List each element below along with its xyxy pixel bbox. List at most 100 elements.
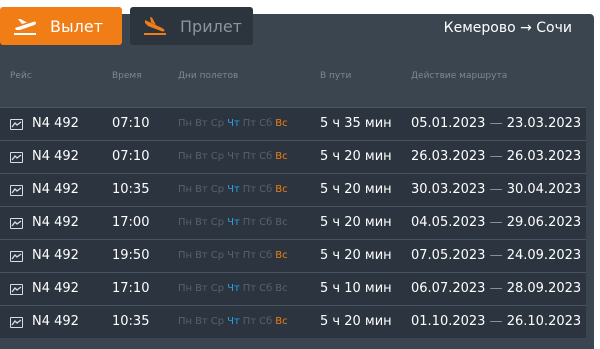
column-period: Действие маршрута [411,71,508,81]
flight-chart-icon[interactable] [10,284,23,295]
flight-number: N4 492 [32,281,79,296]
period-end: 24.09.2023 [506,248,582,263]
day-2: Ср [210,217,225,228]
day-5: Сб [259,283,273,294]
flight-row[interactable]: N4 492 10:35 Пн Вт Ср Чт Пт Сб Вс 5 ч 20 мин 30.03… [0,174,586,206]
flight-number: N4 492 [32,149,79,164]
day-0: Пн [178,151,193,162]
page-edge [594,14,600,349]
plane-departure-icon [14,19,36,35]
flight-chart-icon[interactable] [10,317,23,328]
departure-time: 19:50 [112,248,150,263]
day-1: Вт [195,118,208,129]
flight-days: Пн Вт Ср Чт Пт Сб Вс [178,118,291,129]
column-days: Дни полетов [178,71,239,81]
day-0: Пн [178,184,193,195]
period-separator: — [489,281,503,296]
tab-arrivals-label: Прилет [180,16,242,36]
departure-time: 10:35 [112,182,150,197]
flight-chart-icon[interactable] [10,119,23,130]
flight-days: Пн Вт Ср Чт Пт Сб Вс [178,184,291,195]
day-3: Чт [227,217,240,228]
day-1: Вт [195,250,208,261]
plane-arrival-icon [144,17,166,35]
day-4: Пт [242,250,257,261]
day-6: Вс [275,217,288,228]
route-period: 07.05.2023 — 24.09.2023 [411,248,581,263]
flight-days: Пн Вт Ср Чт Пт Сб Вс [178,151,291,162]
day-3: Чт [227,184,240,195]
day-4: Пт [242,217,257,228]
period-separator: — [489,215,503,230]
flight-duration: 5 ч 20 мин [320,182,392,197]
period-end: 23.03.2023 [506,116,582,131]
day-3: Чт [227,250,240,261]
day-2: Ср [210,184,225,195]
flight-duration: 5 ч 20 мин [320,248,392,263]
column-flight: Рейс [10,71,32,81]
flight-number: N4 492 [32,248,79,263]
flight-duration: 5 ч 35 мин [320,116,392,131]
period-separator: — [489,149,503,164]
flight-number: N4 492 [32,314,79,329]
day-6: Вс [275,184,288,195]
day-5: Сб [259,184,273,195]
flight-row[interactable]: N4 492 17:00 Пн Вт Ср Чт Пт Сб Вс 5 ч 20 мин 04.05… [0,207,586,239]
day-5: Сб [259,217,273,228]
day-6: Вс [275,283,288,294]
route-period: 30.03.2023 — 30.04.2023 [411,182,581,197]
day-0: Пн [178,118,193,129]
flight-chart-icon[interactable] [10,185,23,196]
period-start: 01.10.2023 [411,314,486,329]
day-1: Вт [195,217,208,228]
day-4: Пт [242,283,257,294]
period-start: 26.03.2023 [411,149,486,164]
period-end: 30.04.2023 [506,182,582,197]
flight-duration: 5 ч 20 мин [320,314,392,329]
day-6: Вс [275,316,288,327]
day-3: Чт [227,118,240,129]
flight-chart-icon[interactable] [10,218,23,229]
flight-row[interactable]: N4 492 10:35 Пн Вт Ср Чт Пт Сб Вс 5 ч 20 мин 01.10… [0,306,586,338]
flight-row[interactable]: N4 492 17:10 Пн Вт Ср Чт Пт Сб Вс 5 ч 10 мин 06.07… [0,273,586,305]
tab-arrivals[interactable]: Прилет [130,7,253,45]
flight-row[interactable]: N4 492 07:10 Пн Вт Ср Чт Пт Сб Вс 5 ч 20 мин 26.03… [0,141,586,173]
route-period: 06.07.2023 — 28.09.2023 [411,281,581,296]
column-duration: В пути [320,71,352,81]
period-start: 07.05.2023 [411,248,486,263]
flight-chart-icon[interactable] [10,152,23,163]
day-2: Ср [210,151,225,162]
day-1: Вт [195,283,208,294]
column-time: Время [112,71,142,81]
flight-row[interactable]: N4 492 19:50 Пн Вт Ср Чт Пт Сб Вс 5 ч 20 мин 07.05… [0,240,586,272]
period-end: 26.03.2023 [506,149,582,164]
period-separator: — [489,116,503,131]
period-start: 30.03.2023 [411,182,486,197]
route-title: Кемерово → Сочи [443,20,572,36]
day-2: Ср [210,118,225,129]
route-period: 05.01.2023 — 23.03.2023 [411,116,581,131]
flight-days: Пн Вт Ср Чт Пт Сб Вс [178,250,291,261]
flight-number: N4 492 [32,116,79,131]
departure-time: 17:10 [112,281,150,296]
day-4: Пт [242,118,257,129]
tab-departures-label: Вылет [50,16,103,36]
departure-time: 07:10 [112,149,150,164]
day-4: Пт [242,151,257,162]
day-6: Вс [275,250,288,261]
day-3: Чт [227,316,240,327]
day-4: Пт [242,316,257,327]
period-start: 04.05.2023 [411,215,486,230]
flight-duration: 5 ч 20 мин [320,149,392,164]
flight-number: N4 492 [32,182,79,197]
tab-departures[interactable]: Вылет [0,7,122,45]
flight-row[interactable]: N4 492 07:10 Пн Вт Ср Чт Пт Сб Вс 5 ч 35 мин 05.01… [0,108,586,140]
departure-time: 17:00 [112,215,150,230]
day-3: Чт [227,151,240,162]
flight-number: N4 492 [32,215,79,230]
flight-days: Пн Вт Ср Чт Пт Сб Вс [178,316,291,327]
flight-chart-icon[interactable] [10,251,23,262]
day-2: Ср [210,316,225,327]
day-1: Вт [195,184,208,195]
period-separator: — [489,248,503,263]
